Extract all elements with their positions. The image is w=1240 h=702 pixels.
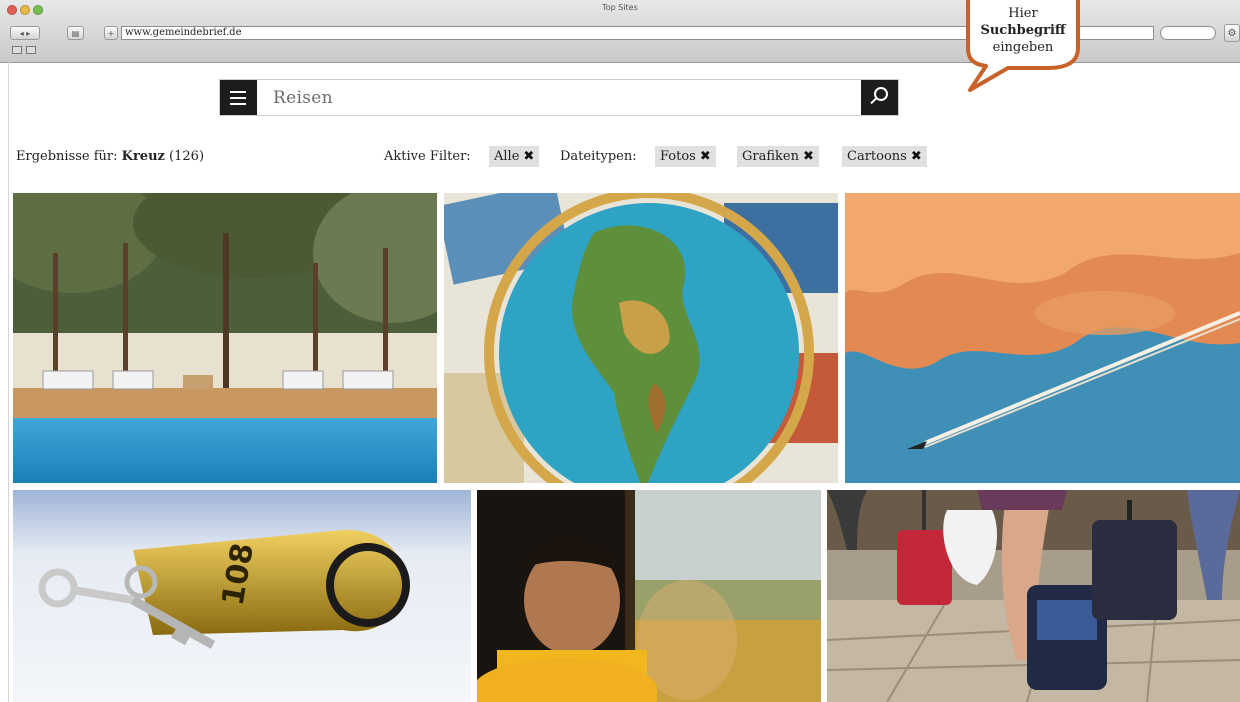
hint-line-1: Hier [1008, 6, 1038, 21]
search-bar: Reisen [219, 79, 899, 116]
image-tile-pool-palms[interactable] [13, 193, 437, 483]
remove-filter-icon[interactable]: ✖ [911, 149, 922, 164]
filetypes-label: Dateitypen: [560, 149, 637, 164]
search-button[interactable] [861, 80, 898, 115]
results-count: (126) [164, 149, 205, 164]
search-input[interactable]: Reisen [273, 88, 333, 108]
image-tile-globe[interactable] [444, 193, 838, 483]
remove-filter-icon[interactable]: ✖ [523, 149, 534, 164]
menu-icon-line [230, 97, 246, 99]
chip-label: Alle [494, 149, 520, 164]
plus-icon: + [107, 29, 115, 38]
add-bookmark-button[interactable]: + [104, 26, 118, 40]
hotel-key-image: 108 [13, 490, 471, 702]
forward-icon[interactable]: ▸ [26, 29, 30, 38]
bookmarks-book-icon[interactable] [12, 46, 22, 54]
image-tile-boy-window[interactable] [477, 490, 821, 702]
results-term: Kreuz [121, 149, 165, 164]
reader-button[interactable]: ▤ [67, 26, 84, 40]
settings-button[interactable]: ⚙ [1224, 24, 1240, 42]
top-sites-grid-icon[interactable] [26, 46, 36, 54]
reader-icon: ▤ [71, 29, 80, 38]
filter-chip-fotos[interactable]: Fotos ✖ [655, 146, 716, 167]
browser-search-field[interactable] [1160, 26, 1216, 40]
filter-chip-alle[interactable]: Alle ✖ [489, 146, 540, 167]
hint-line-2: Suchbegriff [980, 23, 1066, 38]
chip-label: Cartoons [847, 149, 907, 164]
pool-palms-image [13, 193, 437, 483]
airplane-sky-image [845, 193, 1240, 483]
search-icon-handle [870, 97, 877, 105]
results-prefix: Ergebnisse für: [16, 149, 122, 164]
results-summary: Ergebnisse für: Kreuz (126) [16, 149, 204, 164]
menu-button[interactable] [220, 80, 257, 115]
remove-filter-icon[interactable]: ✖ [700, 149, 711, 164]
back-forward-button[interactable]: ◂ ▸ [10, 26, 40, 40]
luggage-street-image [827, 490, 1240, 702]
image-tile-airplane-sky[interactable] [845, 193, 1240, 483]
active-filters-label: Aktive Filter: [384, 149, 471, 164]
hint-line-3: eingeben [992, 40, 1054, 55]
chip-label: Grafiken [742, 149, 799, 164]
boy-window-image [477, 490, 821, 702]
chip-label: Fotos [660, 149, 696, 164]
image-tile-hotel-key[interactable]: 108 [13, 490, 471, 702]
back-icon[interactable]: ◂ [20, 29, 24, 38]
menu-icon-line [230, 103, 246, 105]
page-border [8, 62, 9, 702]
menu-icon [230, 91, 246, 93]
remove-filter-icon[interactable]: ✖ [803, 149, 814, 164]
image-tile-luggage-street[interactable] [827, 490, 1240, 702]
gear-icon: ⚙ [1227, 28, 1237, 39]
filter-chip-cartoons[interactable]: Cartoons ✖ [842, 146, 927, 167]
filter-chip-grafiken[interactable]: Grafiken ✖ [737, 146, 819, 167]
search-hint-text: Hier Suchbegriff eingeben [948, 5, 1098, 56]
globe-image [444, 193, 838, 483]
